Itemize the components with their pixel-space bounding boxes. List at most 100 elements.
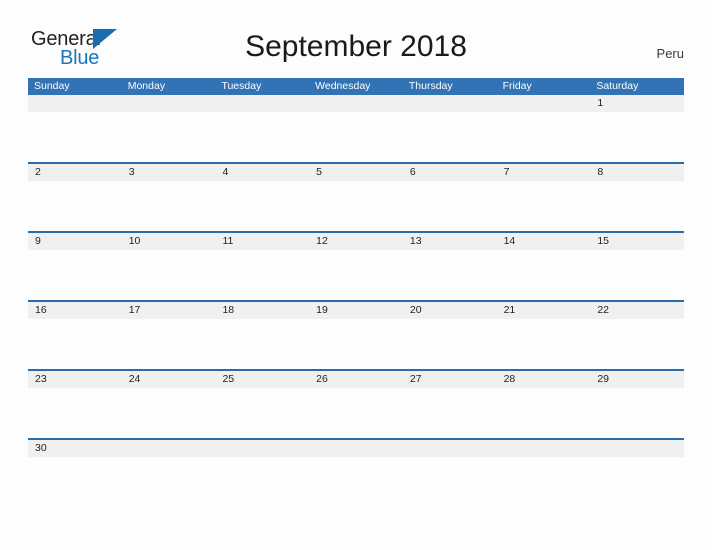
day-cell[interactable]: 14 xyxy=(497,233,591,250)
day-cell[interactable]: 17 xyxy=(122,302,216,319)
day-note-cell[interactable] xyxy=(28,388,122,438)
day-cell[interactable]: 13 xyxy=(403,233,497,250)
day-cell[interactable]: 27 xyxy=(403,371,497,388)
day-cell[interactable]: 26 xyxy=(309,371,403,388)
day-cell[interactable] xyxy=(497,440,591,457)
week-note-area xyxy=(28,319,684,369)
day-note-cell[interactable] xyxy=(403,319,497,369)
day-note-cell[interactable] xyxy=(497,250,591,300)
day-cell[interactable] xyxy=(215,440,309,457)
day-note-cell[interactable] xyxy=(309,457,403,507)
day-note-cell[interactable] xyxy=(122,250,216,300)
day-cell[interactable]: 30 xyxy=(28,440,122,457)
day-cell[interactable] xyxy=(28,95,122,112)
day-note-cell[interactable] xyxy=(215,319,309,369)
day-note-cell[interactable] xyxy=(403,181,497,231)
day-note-cell[interactable] xyxy=(122,112,216,162)
day-cell[interactable]: 18 xyxy=(215,302,309,319)
day-note-cell[interactable] xyxy=(590,388,684,438)
day-cell[interactable]: 16 xyxy=(28,302,122,319)
day-note-cell[interactable] xyxy=(497,181,591,231)
day-note-cell[interactable] xyxy=(497,388,591,438)
day-cell[interactable] xyxy=(497,95,591,112)
day-cell[interactable] xyxy=(403,440,497,457)
day-note-cell[interactable] xyxy=(497,319,591,369)
day-note-cell[interactable] xyxy=(122,181,216,231)
weekday-sunday: Sunday xyxy=(34,80,70,92)
day-cell[interactable]: 6 xyxy=(403,164,497,181)
day-note-cell[interactable] xyxy=(590,181,684,231)
day-cell[interactable] xyxy=(403,95,497,112)
day-note-cell[interactable] xyxy=(403,388,497,438)
day-cell[interactable] xyxy=(309,440,403,457)
day-cell[interactable]: 4 xyxy=(215,164,309,181)
day-note-cell[interactable] xyxy=(215,457,309,507)
day-cell[interactable]: 28 xyxy=(497,371,591,388)
day-cell[interactable]: 2 xyxy=(28,164,122,181)
day-cell[interactable]: 21 xyxy=(497,302,591,319)
day-cell[interactable]: 3 xyxy=(122,164,216,181)
day-cell[interactable] xyxy=(309,95,403,112)
week-date-band: 30 xyxy=(28,440,684,457)
country-label: Peru xyxy=(656,46,684,61)
day-note-cell[interactable] xyxy=(497,457,591,507)
day-cell[interactable]: 23 xyxy=(28,371,122,388)
week-row: 30 xyxy=(28,438,684,507)
week-note-area xyxy=(28,457,684,507)
day-note-cell[interactable] xyxy=(122,388,216,438)
day-cell[interactable]: 5 xyxy=(309,164,403,181)
day-note-cell[interactable] xyxy=(28,181,122,231)
day-note-cell[interactable] xyxy=(309,319,403,369)
day-cell[interactable] xyxy=(122,440,216,457)
day-cell[interactable] xyxy=(590,440,684,457)
week-date-band: 9 10 11 12 13 14 15 xyxy=(28,233,684,250)
day-cell[interactable]: 7 xyxy=(497,164,591,181)
day-note-cell[interactable] xyxy=(403,112,497,162)
day-note-cell[interactable] xyxy=(403,250,497,300)
day-cell[interactable]: 12 xyxy=(309,233,403,250)
day-cell[interactable]: 24 xyxy=(122,371,216,388)
day-note-cell[interactable] xyxy=(215,181,309,231)
day-cell[interactable]: 19 xyxy=(309,302,403,319)
week-note-area xyxy=(28,388,684,438)
day-note-cell[interactable] xyxy=(28,112,122,162)
day-note-cell[interactable] xyxy=(309,181,403,231)
day-note-cell[interactable] xyxy=(28,319,122,369)
week-row: 1 xyxy=(28,95,684,162)
day-note-cell[interactable] xyxy=(309,388,403,438)
day-cell[interactable]: 1 xyxy=(590,95,684,112)
day-cell[interactable]: 11 xyxy=(215,233,309,250)
day-note-cell[interactable] xyxy=(403,457,497,507)
day-note-cell[interactable] xyxy=(309,250,403,300)
day-note-cell[interactable] xyxy=(590,250,684,300)
day-cell[interactable] xyxy=(215,95,309,112)
day-cell[interactable]: 25 xyxy=(215,371,309,388)
week-row: 23 24 25 26 27 28 29 xyxy=(28,369,684,438)
day-note-cell[interactable] xyxy=(215,112,309,162)
day-note-cell[interactable] xyxy=(590,319,684,369)
weekday-thursday: Thursday xyxy=(408,80,453,92)
day-note-cell[interactable] xyxy=(497,112,591,162)
day-cell[interactable]: 15 xyxy=(590,233,684,250)
week-row: 2 3 4 5 6 7 8 xyxy=(28,162,684,231)
day-note-cell[interactable] xyxy=(590,457,684,507)
day-note-cell[interactable] xyxy=(122,319,216,369)
day-note-cell[interactable] xyxy=(309,112,403,162)
day-cell[interactable]: 22 xyxy=(590,302,684,319)
day-cell[interactable]: 9 xyxy=(28,233,122,250)
day-cell[interactable]: 29 xyxy=(590,371,684,388)
day-note-cell[interactable] xyxy=(215,388,309,438)
day-note-cell[interactable] xyxy=(215,250,309,300)
week-date-band: 23 24 25 26 27 28 29 xyxy=(28,371,684,388)
day-cell[interactable]: 20 xyxy=(403,302,497,319)
day-cell[interactable]: 8 xyxy=(590,164,684,181)
day-cell[interactable]: 10 xyxy=(122,233,216,250)
week-note-area xyxy=(28,181,684,231)
day-note-cell[interactable] xyxy=(590,112,684,162)
day-note-cell[interactable] xyxy=(28,457,122,507)
day-cell[interactable] xyxy=(122,95,216,112)
day-note-cell[interactable] xyxy=(122,457,216,507)
week-note-area xyxy=(28,112,684,162)
day-note-cell[interactable] xyxy=(28,250,122,300)
weekday-saturday: Saturday xyxy=(596,80,639,92)
